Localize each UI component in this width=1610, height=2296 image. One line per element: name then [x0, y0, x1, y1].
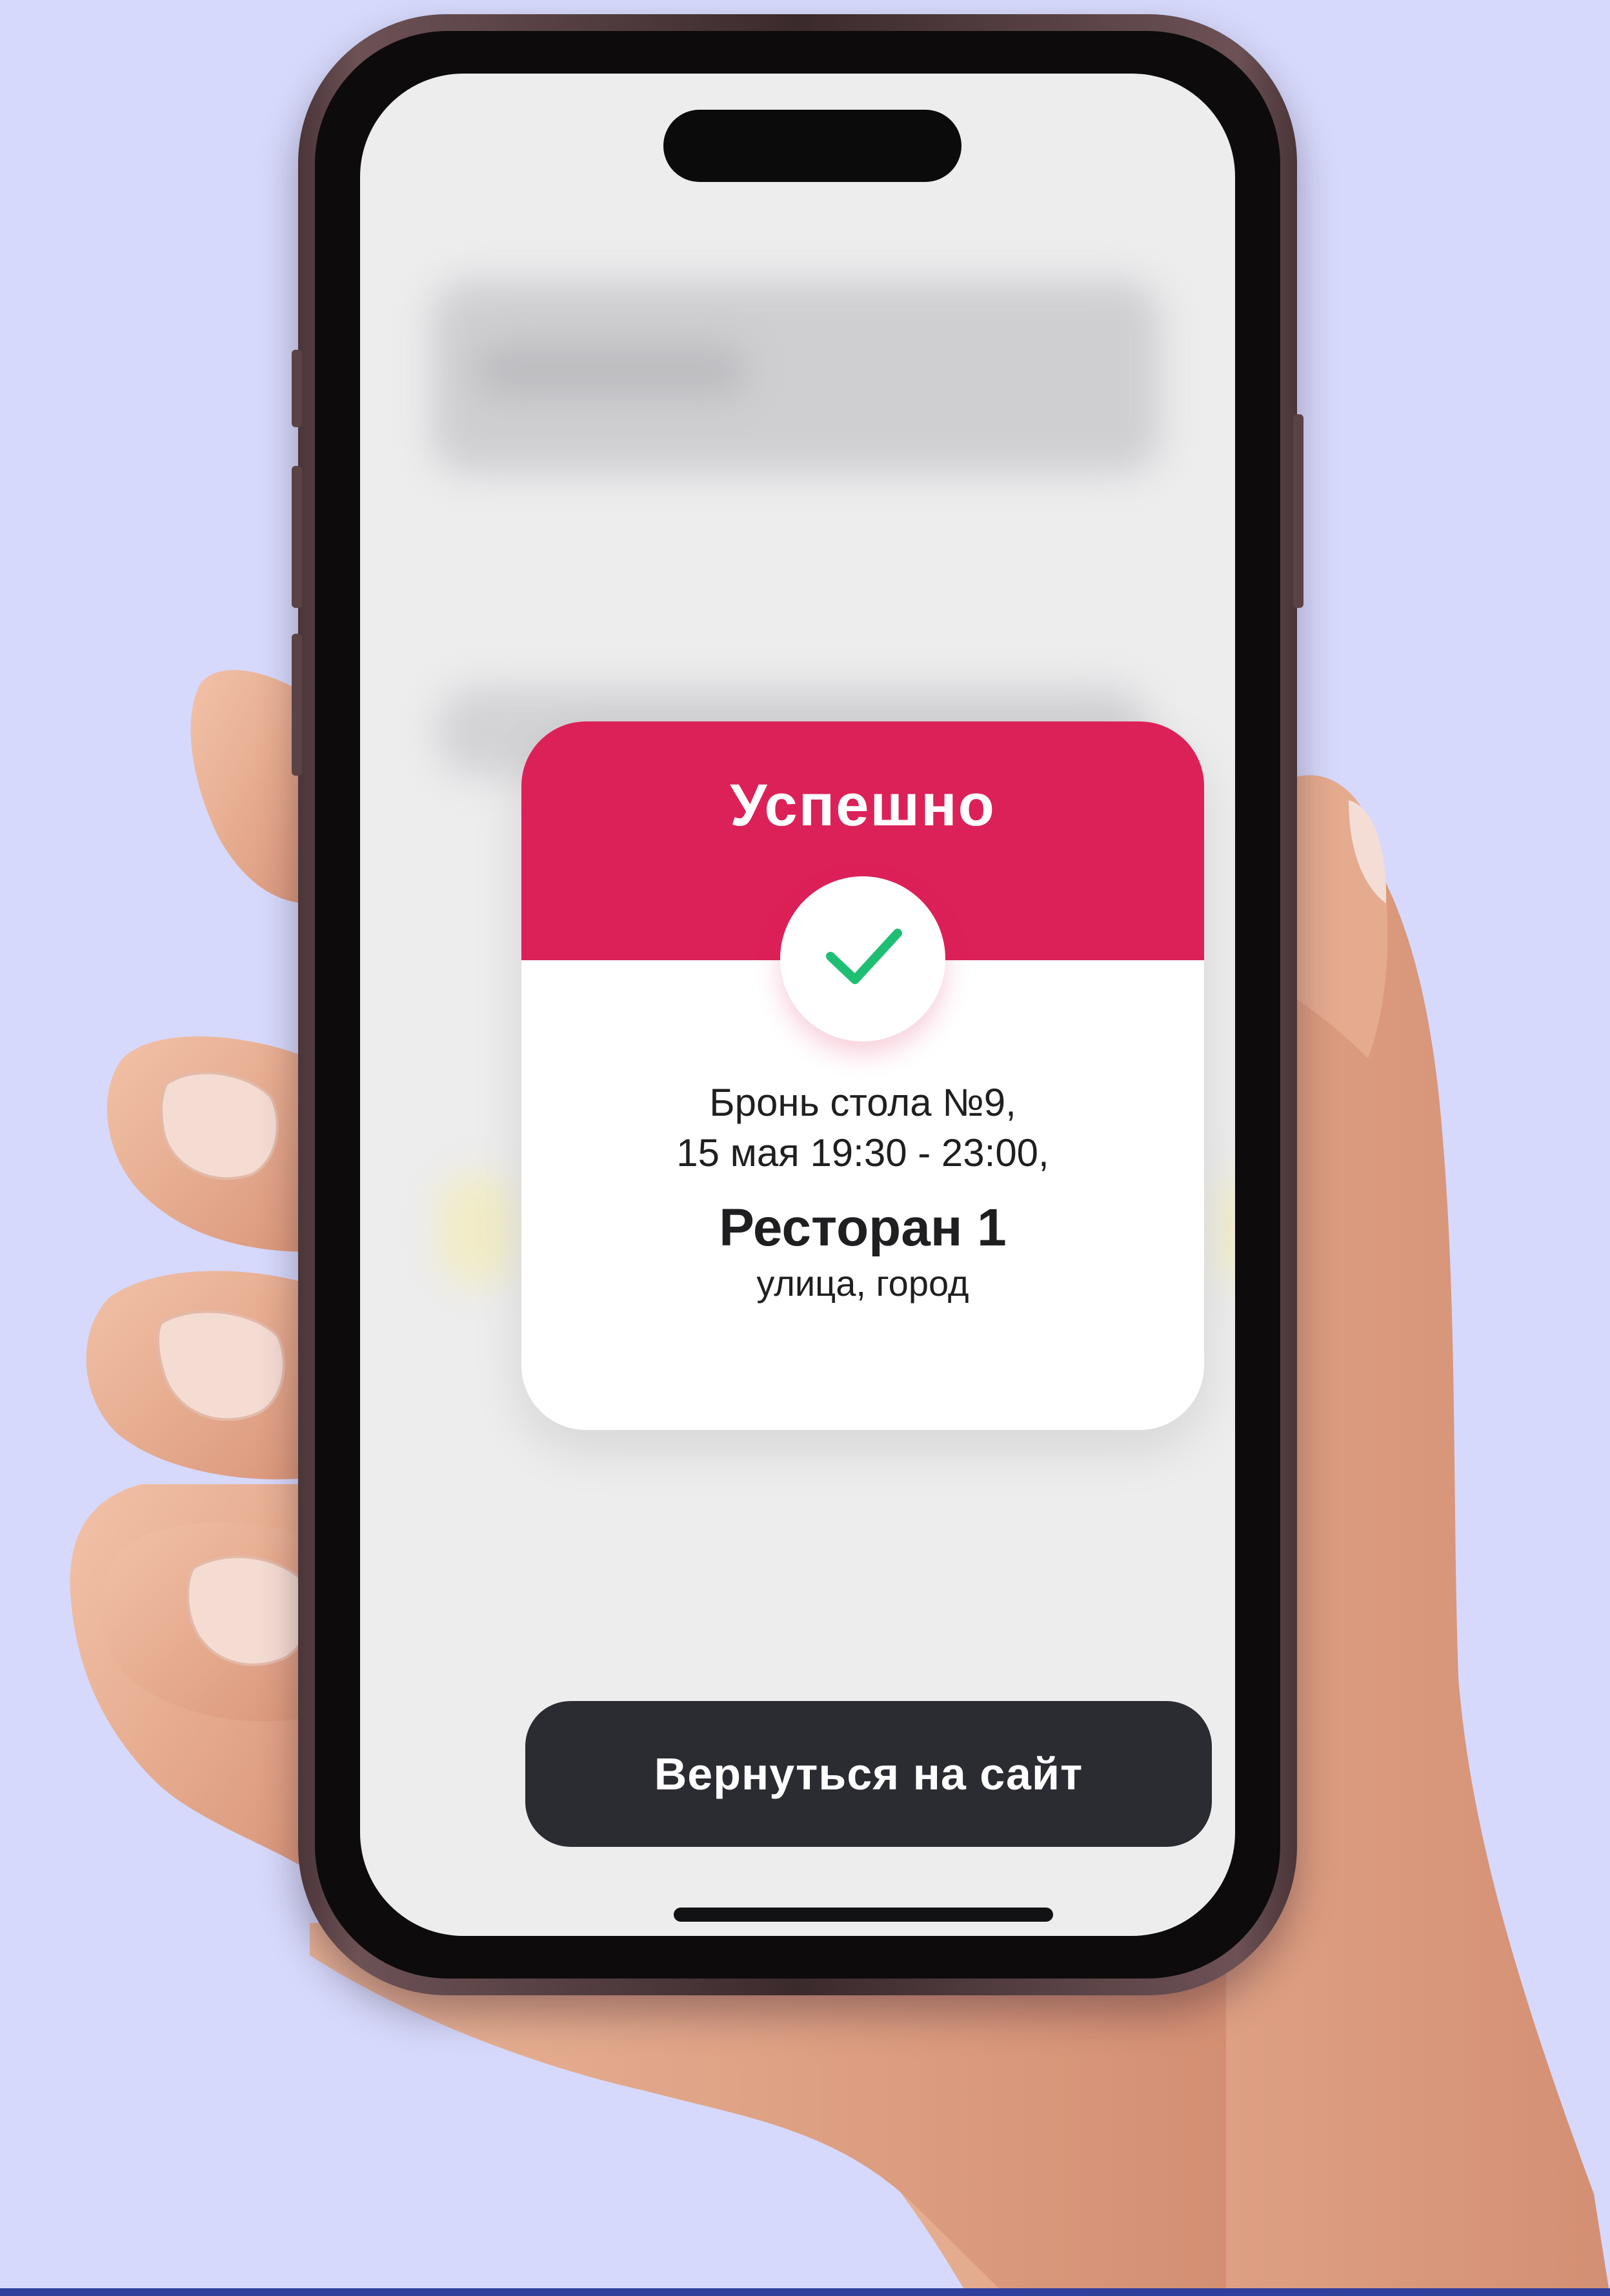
home-indicator[interactable]	[674, 1908, 1053, 1922]
booking-datetime-text: 15 мая 19:30 - 23:00,	[676, 1131, 1049, 1174]
volume-up-button	[292, 466, 302, 608]
checkmark-icon	[826, 929, 902, 984]
side-button	[292, 350, 302, 427]
success-title: Успешно	[730, 772, 996, 838]
power-button	[1293, 414, 1303, 608]
phone-device: Успешно Бронь стола №9, 15 мая 19:30 - 2…	[292, 14, 1303, 1995]
phone-screen: Успешно Бронь стола №9, 15 мая 19:30 - 2…	[360, 74, 1235, 1936]
restaurant-address: улица, город	[756, 1263, 969, 1304]
restaurant-name: Ресторан 1	[719, 1198, 1007, 1257]
volume-down-button	[292, 634, 302, 776]
success-badge	[780, 876, 945, 1042]
return-to-site-button[interactable]: Вернуться на сайт	[525, 1701, 1212, 1847]
success-dialog: Успешно Бронь стола №9, 15 мая 19:30 - 2…	[521, 721, 1204, 1430]
bottom-edge-line	[0, 2288, 1610, 2296]
dynamic-island	[663, 110, 961, 182]
blurred-yellow-right	[1218, 1171, 1235, 1287]
blurred-text-block	[476, 345, 747, 396]
booking-table-text: Бронь стола №9,	[709, 1081, 1016, 1124]
blurred-yellow-left	[438, 1171, 515, 1287]
